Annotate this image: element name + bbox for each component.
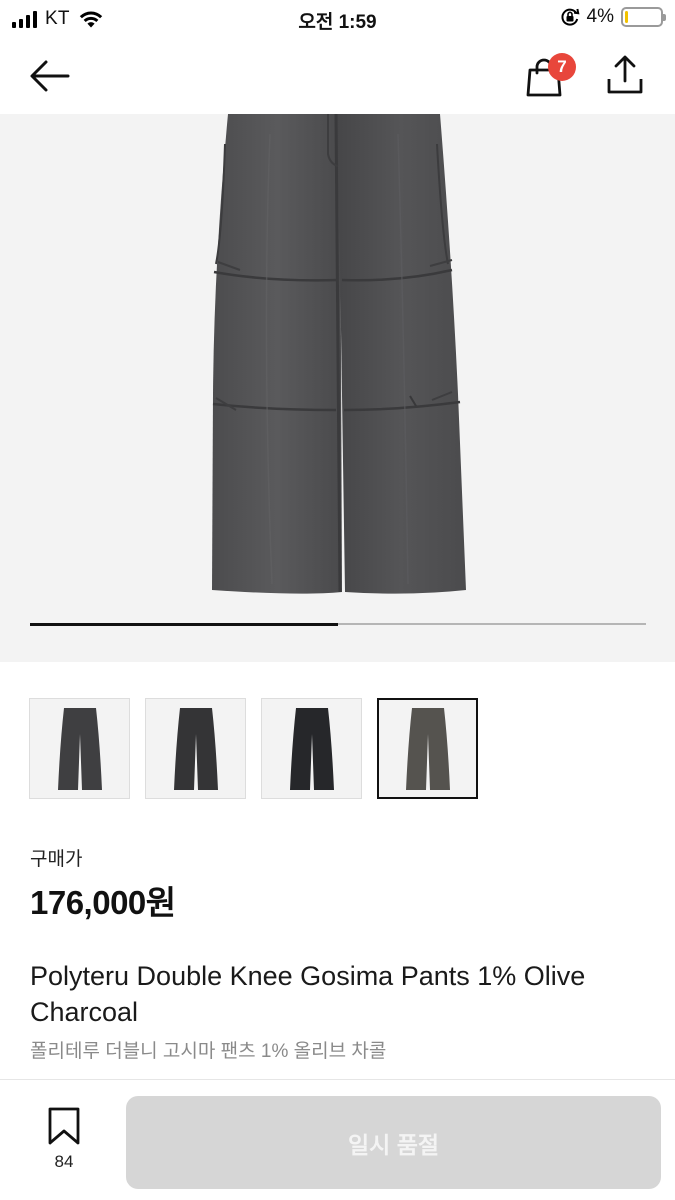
share-icon [607, 55, 643, 94]
bookmark-icon [48, 1107, 80, 1145]
wifi-icon [79, 11, 102, 28]
signal-icon [12, 10, 37, 28]
bottom-divider [0, 1079, 675, 1080]
wishlist-count: 84 [54, 1152, 74, 1171]
cart-button[interactable]: 7 [520, 50, 576, 102]
thumbnail-2[interactable] [145, 698, 246, 799]
thumbnail-4[interactable] [377, 698, 478, 799]
thumbnail-strip [29, 698, 478, 799]
thumbnail-pants-image [57, 707, 102, 790]
carrier-label: KT [45, 8, 70, 29]
battery-percent: 4% [586, 6, 614, 27]
arrow-left-icon [30, 60, 70, 92]
share-button[interactable] [598, 48, 652, 102]
thumbnail-1[interactable] [29, 698, 130, 799]
battery-icon [621, 7, 666, 27]
product-title: Polyteru Double Knee Gosima Pants 1% Oli… [30, 961, 586, 1027]
wishlist-button[interactable]: 84 [30, 1106, 98, 1176]
back-button[interactable] [22, 52, 78, 100]
thumbnail-pants-image [289, 707, 334, 790]
price-value: 176,000원 [30, 884, 176, 921]
orientation-lock-icon [560, 8, 579, 26]
carousel-progress-indicator [30, 622, 338, 626]
product-image-carousel[interactable] [0, 114, 675, 662]
nav-bar: 7 [0, 38, 675, 114]
carousel-progress-track [30, 622, 646, 626]
status-bar: KT 오전 1:59 4% [0, 0, 675, 38]
status-right: 4% [560, 6, 666, 28]
thumbnail-3[interactable] [261, 698, 362, 799]
cart-count-badge: 7 [548, 53, 576, 81]
thumbnail-pants-image [173, 707, 218, 790]
product-subtitle-korean: 폴리테루 더블니 고시마 팬츠 1% 올리브 차콜 [30, 1041, 387, 1062]
price-label: 구매가 [30, 849, 83, 870]
soldout-button[interactable]: 일시 품절 [126, 1096, 661, 1189]
status-left: KT [12, 8, 104, 30]
thumbnail-pants-image [405, 707, 450, 790]
product-photo-pants [212, 114, 466, 594]
battery-level [625, 11, 629, 23]
